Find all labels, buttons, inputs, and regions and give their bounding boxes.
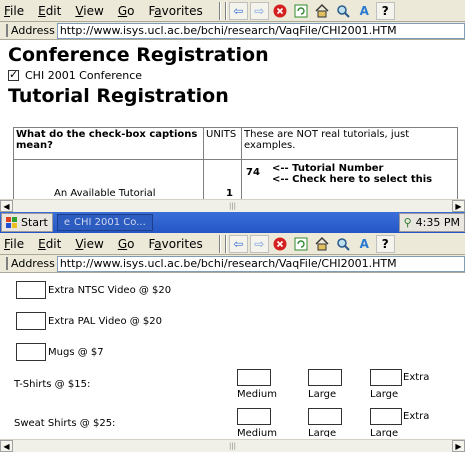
conference-checkbox[interactable] xyxy=(8,68,19,81)
conference-title: Conference Registration xyxy=(8,44,269,66)
menu-go[interactable]: Go xyxy=(118,4,135,18)
home-icon[interactable] xyxy=(313,235,332,253)
scroll-left-icon[interactable]: ◀ xyxy=(0,440,13,452)
mugs-label: Mugs @ $7 xyxy=(48,346,104,358)
refresh-icon[interactable] xyxy=(292,2,311,20)
forward-icon[interactable]: ⇨ xyxy=(249,234,269,253)
stop-icon[interactable] xyxy=(271,2,290,20)
address-input[interactable]: http://www.isys.ucl.ac.be/bchi/research/… xyxy=(56,22,465,39)
tray-icon: ⚲ xyxy=(403,216,412,229)
scroll-track[interactable]: ||| xyxy=(13,200,452,212)
fonts-icon[interactable]: A xyxy=(355,235,374,253)
menu-favorites[interactable]: Favorites xyxy=(148,4,202,18)
system-clock[interactable]: ⚲ 4:35 PM xyxy=(398,213,465,232)
sweatshirt-extra-label: Extra xyxy=(403,411,430,422)
menu-file[interactable]: File xyxy=(4,237,24,251)
horizontal-scrollbar[interactable]: ◀ ||| ▶ xyxy=(0,199,465,212)
back-icon[interactable]: ⇦ xyxy=(228,234,248,253)
tshirt-xlarge-label: Large xyxy=(370,389,399,400)
sweatshirt-label: Sweat Shirts @ $25: xyxy=(14,418,116,429)
tutorial-number-caption: <-- Tutorial Number xyxy=(272,163,384,174)
address-bar: Address http://www.isys.ucl.ac.be/bchi/r… xyxy=(0,22,465,40)
tutorial-number: 74 xyxy=(246,167,260,178)
menu-bar: File Edit View Go Favorites ⇦ ⇨ A ? xyxy=(0,0,465,22)
scroll-right-icon[interactable]: ▶ xyxy=(452,200,465,212)
taskbar-task[interactable]: e CHI 2001 Co... xyxy=(56,214,153,231)
ie-icon: e xyxy=(63,217,71,228)
home-icon[interactable] xyxy=(313,2,332,20)
address-label: Address xyxy=(6,24,55,37)
menu-file[interactable]: File xyxy=(4,4,24,18)
search-icon[interactable] xyxy=(334,2,353,20)
start-label: Start xyxy=(21,216,48,229)
toolbar-separator xyxy=(218,234,221,253)
menu-edit[interactable]: Edit xyxy=(38,4,61,18)
scroll-track[interactable]: ||| xyxy=(13,440,452,452)
help-icon[interactable]: ? xyxy=(375,1,395,20)
tutorial-units: 1 xyxy=(226,188,233,199)
taskbar: Start e CHI 2001 Co... ⚲ 4:35 PM xyxy=(0,212,465,233)
stop-icon[interactable] xyxy=(271,235,290,253)
tshirt-xlarge-input[interactable] xyxy=(370,369,402,386)
extras-list: Extra NTSC Video @ $20 Extra PAL Video @… xyxy=(16,279,171,363)
clock-time: 4:35 PM xyxy=(415,216,460,229)
menu-favorites[interactable]: Favorites xyxy=(148,237,202,251)
help-icon[interactable]: ? xyxy=(375,234,395,253)
examples-note: These are NOT real tutorials, just examp… xyxy=(241,127,458,160)
back-icon[interactable]: ⇦ xyxy=(228,1,248,20)
toolbar-separator xyxy=(224,1,227,20)
browser-window-top: File Edit View Go Favorites ⇦ ⇨ A ? Addr… xyxy=(0,0,465,212)
tutorial-select-caption: <-- Check here to select this xyxy=(272,174,433,185)
tshirt-large-label: Large xyxy=(308,389,337,400)
tutorial-title: Tutorial Registration xyxy=(8,85,229,107)
windows-logo-icon xyxy=(6,216,17,228)
mugs-quantity-input[interactable] xyxy=(16,343,46,361)
sweatshirt-large-label: Large xyxy=(308,428,337,437)
tshirt-medium-input[interactable] xyxy=(237,369,271,386)
search-icon[interactable] xyxy=(334,235,353,253)
scroll-right-icon[interactable]: ▶ xyxy=(452,440,465,452)
sweatshirt-medium-input[interactable] xyxy=(237,408,271,425)
menu-go[interactable]: Go xyxy=(118,237,135,251)
tshirt-extra-label: Extra xyxy=(403,372,430,383)
conference-option-label: CHI 2001 Conference xyxy=(25,69,143,82)
page-content-top: Conference Registration CHI 2001 Confere… xyxy=(8,44,269,107)
toolbar-separator xyxy=(218,1,221,20)
tutorial-table: What do the check-box captions mean? UNI… xyxy=(13,127,458,200)
tshirt-large-input[interactable] xyxy=(308,369,342,386)
ntsc-quantity-input[interactable] xyxy=(16,281,46,299)
toolbar-separator xyxy=(224,234,227,253)
menu-view[interactable]: View xyxy=(75,4,103,18)
pal-quantity-input[interactable] xyxy=(16,312,46,330)
fonts-icon[interactable]: A xyxy=(355,2,374,20)
horizontal-scrollbar[interactable]: ◀ ||| ▶ xyxy=(0,439,465,452)
sweatshirt-xlarge-input[interactable] xyxy=(370,408,402,425)
address-bar: Address http://www.isys.ucl.ac.be/bchi/r… xyxy=(0,255,465,273)
sweatshirt-medium-label: Medium xyxy=(237,428,277,437)
tshirt-label: T-Shirts @ $15: xyxy=(14,379,91,390)
menu-view[interactable]: View xyxy=(75,237,103,251)
tutorial-col-header: What do the check-box captions mean? xyxy=(13,127,204,160)
refresh-icon[interactable] xyxy=(292,235,311,253)
units-col-header: UNITS xyxy=(203,127,242,160)
address-input[interactable]: http://www.isys.ucl.ac.be/bchi/research/… xyxy=(56,255,465,272)
address-label: Address xyxy=(6,257,55,270)
menu-bar: File Edit View Go Favorites ⇦ ⇨ A ? xyxy=(0,233,465,255)
sweatshirt-xlarge-label: Large xyxy=(370,428,399,437)
ntsc-label: Extra NTSC Video @ $20 xyxy=(48,284,172,296)
forward-icon[interactable]: ⇨ xyxy=(249,1,269,20)
task-label: CHI 2001 Co... xyxy=(74,217,146,228)
start-button[interactable]: Start xyxy=(1,213,53,232)
pal-label: Extra PAL Video @ $20 xyxy=(48,315,163,327)
sweatshirt-large-input[interactable] xyxy=(308,408,342,425)
menu-edit[interactable]: Edit xyxy=(38,237,61,251)
browser-window-bottom: File Edit View Go Favorites ⇦ ⇨ A ? Addr… xyxy=(0,233,465,452)
tutorial-name: An Available Tutorial xyxy=(54,188,156,199)
tshirt-medium-label: Medium xyxy=(237,389,277,400)
scroll-left-icon[interactable]: ◀ xyxy=(0,200,13,212)
